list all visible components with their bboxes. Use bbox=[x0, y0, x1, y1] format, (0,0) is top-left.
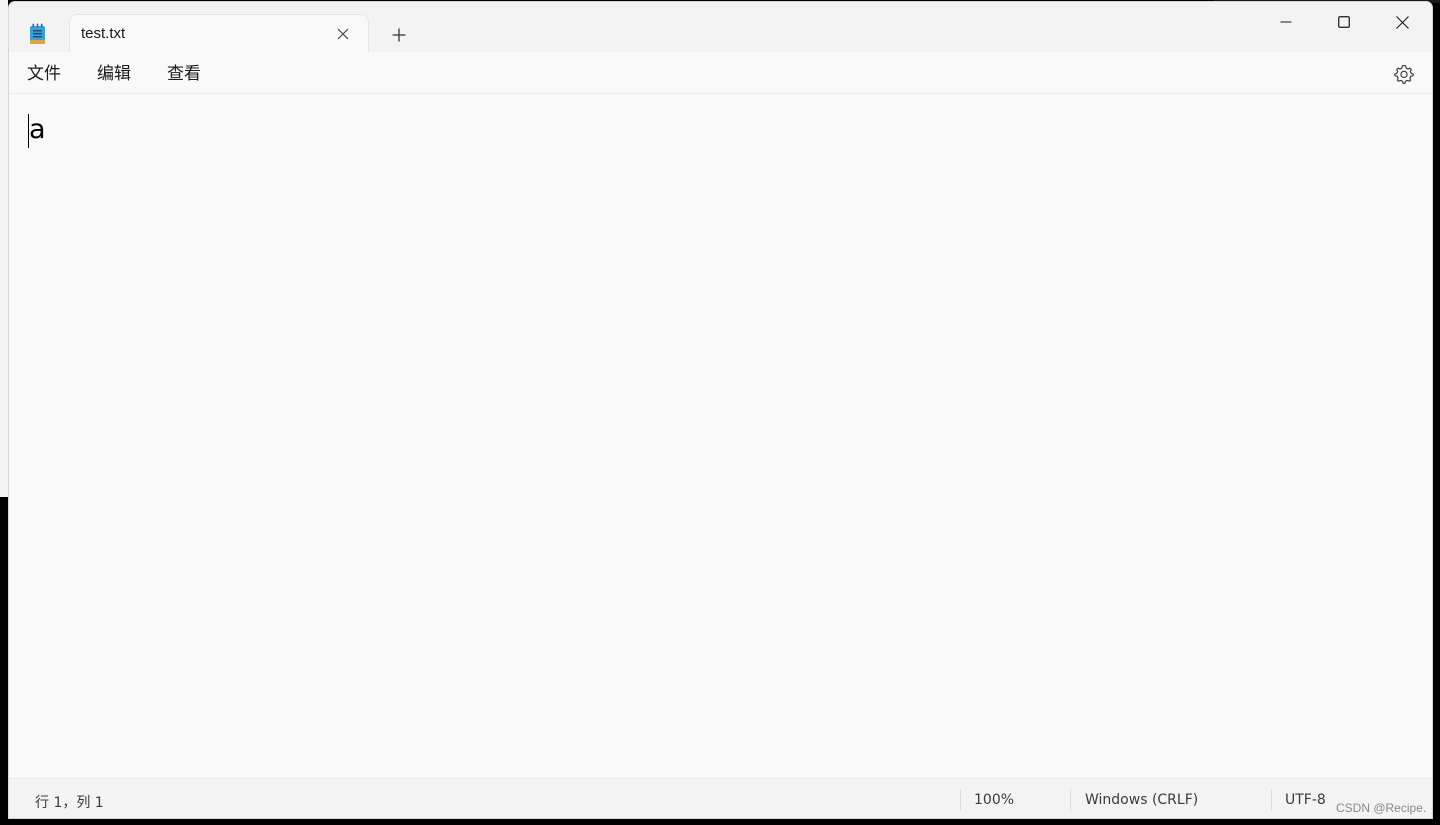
plus-icon bbox=[392, 28, 406, 42]
gear-icon bbox=[1394, 64, 1414, 84]
menu-view[interactable]: 查看 bbox=[163, 61, 205, 87]
close-icon bbox=[1395, 15, 1409, 29]
notepad-app-icon bbox=[29, 23, 46, 45]
encoding[interactable]: UTF-8 bbox=[1285, 792, 1326, 808]
close-icon bbox=[337, 28, 349, 40]
notepad-window: test.txt 文件 编辑 查看 a 行 1，列 1 100% Windows… bbox=[8, 1, 1433, 819]
line-ending[interactable]: Windows (CRLF) bbox=[1085, 792, 1198, 808]
editor-content: a bbox=[29, 114, 46, 145]
settings-button[interactable] bbox=[1389, 60, 1419, 88]
menu-edit[interactable]: 编辑 bbox=[93, 61, 135, 87]
status-divider bbox=[1271, 789, 1272, 811]
window-close-button[interactable] bbox=[1373, 2, 1431, 42]
tab-test-txt[interactable]: test.txt bbox=[69, 14, 369, 53]
tab-close-button[interactable] bbox=[330, 21, 356, 47]
cursor-position: 行 1，列 1 bbox=[35, 795, 104, 811]
menu-file[interactable]: 文件 bbox=[23, 61, 65, 87]
minimize-button[interactable] bbox=[1257, 2, 1315, 42]
minimize-icon bbox=[1280, 21, 1292, 23]
maximize-button[interactable] bbox=[1315, 2, 1373, 42]
watermark: CSDN @Recipe. bbox=[1336, 801, 1427, 815]
text-editor[interactable]: a bbox=[9, 94, 1432, 778]
menu-bar: 文件 编辑 查看 bbox=[9, 52, 1432, 94]
zoom-level[interactable]: 100% bbox=[974, 792, 1014, 808]
new-tab-button[interactable] bbox=[383, 19, 415, 51]
status-bar: 行 1，列 1 100% Windows (CRLF) UTF-8 bbox=[9, 778, 1432, 818]
tab-title: test.txt bbox=[81, 25, 126, 42]
maximize-icon bbox=[1338, 16, 1350, 28]
status-divider bbox=[1070, 789, 1071, 811]
title-bar[interactable]: test.txt bbox=[9, 2, 1432, 53]
desktop-background bbox=[0, 0, 8, 497]
status-divider bbox=[960, 789, 961, 811]
